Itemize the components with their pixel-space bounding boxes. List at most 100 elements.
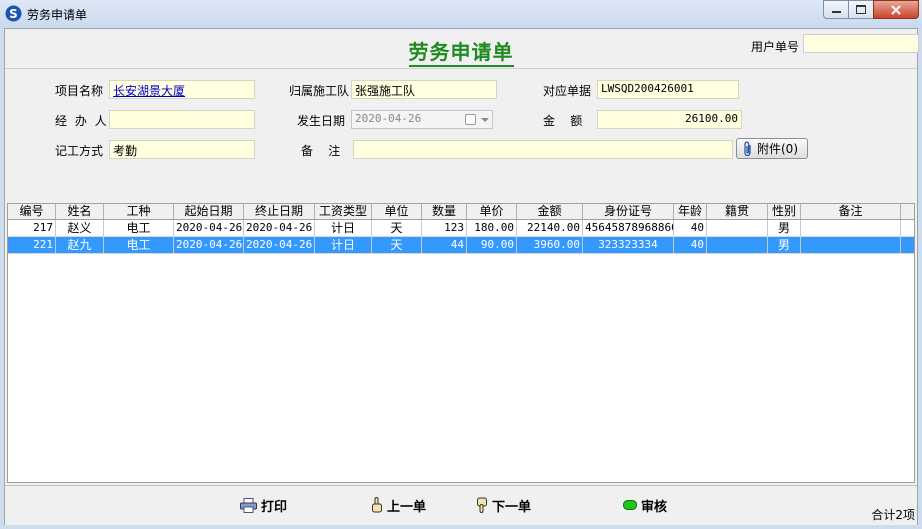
column-header-amount[interactable]: 金额 (517, 204, 583, 219)
column-header-gender[interactable]: 性别 (768, 204, 801, 219)
cell-remark (801, 220, 901, 236)
table-row[interactable]: 217 赵义 电工 2020-04-26 2020-04-26 计日天 123 180.00 2… (8, 220, 914, 237)
column-header-wage-type[interactable]: 工资类型 (315, 204, 372, 219)
cell-price: 90.00 (467, 237, 517, 253)
cell-id-card: 323323334 (583, 237, 674, 253)
column-header-name[interactable]: 姓名 (56, 204, 104, 219)
cell-qty: 44 (422, 237, 467, 253)
doc-field[interactable]: LWSQD200426001 (597, 80, 739, 99)
minimize-icon (831, 10, 841, 13)
handler-field[interactable] (109, 110, 255, 129)
client-area: 劳务申请单 用户单号 项目名称 长安湖景大厦 归属施工队 张强施工队 对应单据 … (4, 28, 919, 525)
table-row[interactable]: 221 赵九 电工 2020-04-26 2020-04-26 计日天 44 90.00 396… (8, 237, 914, 254)
green-dot-icon (623, 500, 637, 510)
header-area: 劳务申请单 用户单号 (5, 29, 919, 69)
cell-age: 40 (674, 237, 707, 253)
cell-remark (801, 237, 901, 253)
column-header-end-date[interactable]: 终止日期 (244, 204, 315, 219)
hand-up-icon (372, 497, 382, 513)
minimize-button[interactable] (823, 0, 849, 19)
chevron-down-icon[interactable] (481, 118, 489, 122)
amount-field[interactable]: 26100.00 (597, 110, 742, 129)
title-bar: S 劳务申请单 (0, 0, 922, 28)
cell-unit: 天 (372, 237, 422, 253)
cell-trade: 电工 (104, 237, 174, 253)
footer-toolbar: 打印 上一单 下一单 审核 合计2项 (5, 485, 917, 525)
column-header-qty[interactable]: 数量 (422, 204, 467, 219)
column-header-id[interactable]: 编号 (8, 204, 56, 219)
app-logo-icon: S (5, 5, 22, 22)
cell-name: 赵九 (56, 237, 104, 253)
table-header: 编号 姓名 工种 起始日期 终止日期 工资类型 单位 数量 单价 金额 身份证号 年龄 籍贯 性别 备注 (8, 204, 914, 220)
column-header-start-date[interactable]: 起始日期 (174, 204, 244, 219)
cell-wage-type: 计日 (315, 237, 372, 253)
worker-table[interactable]: 编号 姓名 工种 起始日期 终止日期 工资类型 单位 数量 单价 金额 身份证号 年龄 籍贯 性别 备注 2… (7, 203, 915, 483)
cell-amount: 3960.00 (517, 237, 583, 253)
cell-origin (707, 220, 768, 236)
attach-label: 附件(0) (757, 142, 798, 156)
column-header-origin[interactable]: 籍贯 (707, 204, 768, 219)
date-checkbox[interactable] (465, 114, 476, 125)
method-label: 记工方式 (55, 144, 104, 158)
cell-gender: 男 (768, 220, 801, 236)
audit-label: 审核 (641, 499, 668, 515)
form-title: 劳务申请单 (408, 40, 514, 67)
prev-button[interactable]: 上一单 (371, 496, 427, 515)
maximize-button[interactable] (848, 0, 874, 19)
amount-label: 金 额 (543, 114, 583, 128)
attach-button[interactable]: 附件(0) (736, 138, 808, 159)
project-field[interactable]: 长安湖景大厦 (109, 80, 255, 99)
column-header-remark[interactable]: 备注 (801, 204, 901, 219)
cell-start-date: 2020-04-26 (176, 220, 244, 236)
svg-text:S: S (9, 7, 18, 21)
cell-id: 217 (8, 220, 56, 236)
paperclip-icon (744, 141, 751, 156)
cell-origin (707, 237, 768, 253)
column-header-id-card[interactable]: 身份证号 (583, 204, 674, 219)
cell-trade: 电工 (104, 220, 174, 236)
column-header-trade[interactable]: 工种 (104, 204, 174, 219)
cell-name: 赵义 (56, 220, 104, 236)
next-button[interactable]: 下一单 (476, 496, 532, 515)
method-field[interactable]: 考勤 (109, 140, 255, 159)
column-header-unit[interactable]: 单位 (372, 204, 422, 219)
handler-label: 经 办 人 (55, 114, 109, 128)
prev-label: 上一单 (387, 499, 427, 515)
window-title: 劳务申请单 (27, 8, 88, 22)
close-icon (891, 4, 901, 15)
cell-wage-type: 计日 (315, 220, 372, 236)
user-no-label: 用户单号 (751, 40, 800, 54)
team-field[interactable]: 张强施工队 (351, 80, 497, 99)
hand-down-icon (477, 497, 487, 513)
cell-age: 40 (674, 220, 707, 236)
next-label: 下一单 (492, 499, 532, 515)
date-label: 发生日期 (297, 114, 346, 128)
user-no-input[interactable] (803, 34, 919, 53)
column-header-price[interactable]: 单价 (467, 204, 517, 219)
cell-gender: 男 (768, 237, 801, 253)
remark-field[interactable] (353, 140, 733, 159)
maximize-icon (856, 5, 866, 14)
cell-qty: 123 (422, 220, 467, 236)
cell-price: 180.00 (467, 220, 517, 236)
column-header-age[interactable]: 年龄 (674, 204, 707, 219)
total-count: 合计2项 (871, 508, 915, 522)
print-label: 打印 (261, 499, 288, 515)
doc-label: 对应单据 (543, 84, 592, 98)
table-body: 217 赵义 电工 2020-04-26 2020-04-26 计日天 123 180.00 2… (8, 220, 914, 254)
audit-button[interactable]: 审核 (623, 496, 668, 515)
print-button[interactable]: 打印 (240, 496, 288, 515)
remark-label: 备 注 (301, 144, 341, 158)
team-label: 归属施工队 (289, 84, 350, 98)
project-label: 项目名称 (55, 84, 104, 98)
cell-end-date: 2020-04-26 (244, 220, 315, 236)
cell-id-card: 456458789688609 (583, 220, 674, 236)
cell-id: 221 (8, 237, 56, 253)
date-picker[interactable]: 2020-04-26 (351, 110, 493, 129)
cell-amount: 22140.00 (517, 220, 583, 236)
cell-end-date: 2020-04-26 (244, 237, 315, 253)
printer-icon (240, 497, 257, 513)
cell-start-date: 2020-04-26 (176, 237, 244, 253)
cell-unit: 天 (372, 220, 422, 236)
close-button[interactable] (873, 0, 919, 19)
